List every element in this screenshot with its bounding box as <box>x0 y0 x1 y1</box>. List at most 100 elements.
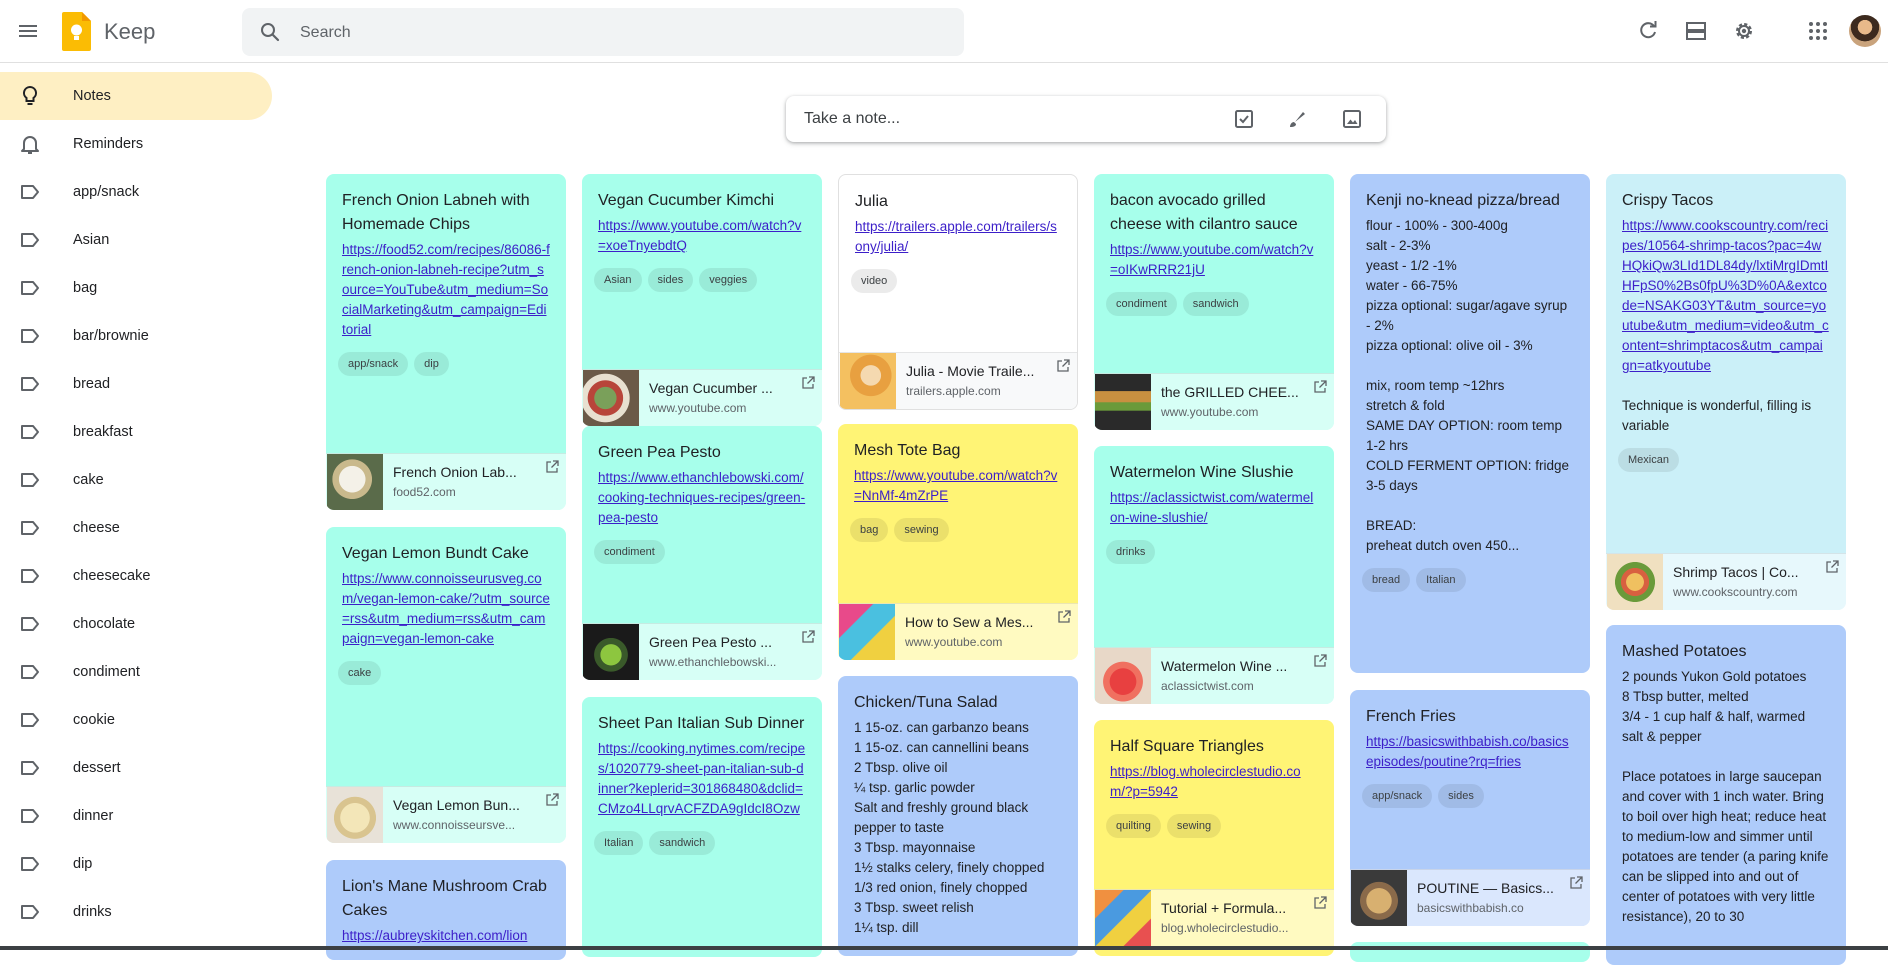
web-link-preview[interactable]: Tutorial + Formula... blog.wholecirclest… <box>1094 889 1334 946</box>
open-external-icon[interactable] <box>545 793 559 807</box>
note-card[interactable]: bacon avocado grilled cheese with cilant… <box>1094 174 1334 430</box>
open-external-icon[interactable] <box>1825 560 1839 574</box>
open-external-icon[interactable] <box>801 376 815 390</box>
label-chip[interactable]: Mexican <box>1618 448 1679 472</box>
label-chip[interactable]: app/snack <box>338 352 409 376</box>
note-link[interactable]: https://cooking.nytimes.com/recipes/1020… <box>582 736 822 819</box>
note-card[interactable]: Julia https://trailers.apple.com/trailer… <box>838 174 1078 410</box>
sidebar-item-drinks[interactable]: drinks <box>0 888 272 936</box>
label-chip[interactable]: app/snack <box>1362 784 1433 808</box>
label-chip[interactable]: video <box>851 269 898 293</box>
note-link[interactable]: https://blog.wholecirclestudio.com/?p=59… <box>1094 759 1334 802</box>
account-avatar[interactable] <box>1849 15 1881 47</box>
open-external-icon[interactable] <box>1569 876 1583 890</box>
note-card[interactable]: French Onion Labneh with Homemade Chips … <box>326 174 566 510</box>
note-link[interactable]: https://www.ethanchlebowski.com/cooking-… <box>582 465 822 528</box>
sidebar-item-cookie[interactable]: cookie <box>0 696 272 744</box>
sidebar-item-dip[interactable]: dip <box>0 840 272 888</box>
note-link[interactable]: https://aclassictwist.com/watermelon-win… <box>1094 485 1334 528</box>
label-chip[interactable]: drinks <box>1106 540 1156 564</box>
list-view-icon[interactable] <box>1684 19 1708 43</box>
sidebar-item-bread[interactable]: bread <box>0 360 272 408</box>
note-card[interactable]: Crispy Tacos https://www.cookscountry.co… <box>1606 174 1846 610</box>
web-link-preview[interactable]: Vegan Cucumber ... www.youtube.com <box>582 369 822 426</box>
label-chip[interactable]: sandwich <box>1182 292 1249 316</box>
label-chip[interactable]: veggies <box>699 268 758 292</box>
note-link[interactable]: https://food52.com/recipes/86086-french-… <box>326 237 566 340</box>
open-external-icon[interactable] <box>1313 654 1327 668</box>
label-chip[interactable]: sandwich <box>649 831 716 855</box>
web-link-preview[interactable]: Vegan Lemon Bun... www.connoisseursve... <box>326 786 566 843</box>
label-chip[interactable]: cake <box>338 661 382 685</box>
label-chip[interactable]: bread <box>1362 568 1411 592</box>
note-link[interactable]: https://aubreyskitchen.com/lion <box>326 923 566 946</box>
brush-icon[interactable] <box>1286 107 1310 131</box>
keep-logo-icon[interactable] <box>62 12 91 51</box>
label-chip[interactable]: Italian <box>1416 568 1466 592</box>
label-chip[interactable]: sides <box>1438 784 1484 808</box>
sidebar-item-app-snack[interactable]: app/snack <box>0 168 272 216</box>
note-link[interactable]: https://www.youtube.com/watch?v=oIKwRRR2… <box>1094 237 1334 280</box>
refresh-icon[interactable] <box>1636 19 1660 43</box>
label-chip[interactable]: Italian <box>594 831 644 855</box>
label-chip[interactable]: condiment <box>594 540 665 564</box>
note-link[interactable]: https://www.youtube.com/watch?v=NnMf-4mZ… <box>838 463 1078 506</box>
sidebar-item-notes[interactable]: Notes <box>0 72 272 120</box>
sidebar-item-condiment[interactable]: condiment <box>0 648 272 696</box>
note-card[interactable]: Chicken/Tuna Salad 1 15-oz. can garbanzo… <box>838 676 1078 956</box>
sidebar-item-cheesecake[interactable]: cheesecake <box>0 552 272 600</box>
open-external-icon[interactable] <box>801 630 815 644</box>
app-title[interactable]: Keep <box>104 19 155 45</box>
search-bar[interactable] <box>242 8 964 56</box>
apps-grid-icon[interactable] <box>1806 19 1830 43</box>
note-card[interactable]: Kenji no-knead pizza/bread flour - 100% … <box>1350 174 1590 673</box>
take-note-placeholder[interactable]: Take a note... <box>804 110 900 128</box>
checkbox-list-icon[interactable] <box>1232 107 1256 131</box>
label-chip[interactable]: sewing <box>894 518 949 542</box>
sidebar-item-dessert[interactable]: dessert <box>0 744 272 792</box>
open-external-icon[interactable] <box>545 460 559 474</box>
note-card[interactable]: Sheet Pan Italian Sub Dinner https://coo… <box>582 697 822 957</box>
sidebar-item-cake[interactable]: cake <box>0 456 272 504</box>
sidebar-item-reminders[interactable]: Reminders <box>0 120 272 168</box>
note-card[interactable]: Vegan Lemon Bundt Cake https://www.conno… <box>326 527 566 843</box>
sidebar-item-dinner[interactable]: dinner <box>0 792 272 840</box>
web-link-preview[interactable]: POUTINE — Basics... basicswithbabish.co <box>1350 869 1590 926</box>
take-note-bar[interactable]: Take a note... <box>786 96 1386 142</box>
note-link[interactable]: https://trailers.apple.com/trailers/sony… <box>839 214 1077 257</box>
open-external-icon[interactable] <box>1056 359 1070 373</box>
label-chip[interactable]: sides <box>647 268 694 292</box>
sidebar-item-cheese[interactable]: cheese <box>0 504 272 552</box>
sidebar-item-breakfast[interactable]: breakfast <box>0 408 272 456</box>
web-link-preview[interactable]: Shrimp Tacos | Co... www.cookscountry.co… <box>1606 553 1846 610</box>
label-chip[interactable]: quilting <box>1106 814 1161 838</box>
open-external-icon[interactable] <box>1057 610 1071 624</box>
sidebar-item-bar-brownie[interactable]: bar/brownie <box>0 312 272 360</box>
open-external-icon[interactable] <box>1313 896 1327 910</box>
note-card[interactable]: Watermelon Wine Slushie https://aclassic… <box>1094 446 1334 704</box>
sidebar-item-bag[interactable]: bag <box>0 264 272 312</box>
settings-gear-icon[interactable] <box>1732 19 1756 43</box>
open-external-icon[interactable] <box>1313 380 1327 394</box>
note-card[interactable]: Mashed Potatoes 2 pounds Yukon Gold pota… <box>1606 625 1846 965</box>
main-menu-icon[interactable] <box>16 19 40 43</box>
web-link-preview[interactable]: the GRILLED CHEE... www.youtube.com <box>1094 373 1334 430</box>
note-card[interactable]: Mesh Tote Bag https://www.youtube.com/wa… <box>838 424 1078 660</box>
web-link-preview[interactable]: French Onion Lab... food52.com <box>326 453 566 510</box>
note-card[interactable]: French Fries https://basicswithbabish.co… <box>1350 690 1590 926</box>
search-icon[interactable] <box>258 20 282 44</box>
sidebar-item-chocolate[interactable]: chocolate <box>0 600 272 648</box>
web-link-preview[interactable]: How to Sew a Mes... www.youtube.com <box>838 603 1078 660</box>
label-chip[interactable]: bag <box>850 518 889 542</box>
sidebar-item-asian[interactable]: Asian <box>0 216 272 264</box>
label-chip[interactable]: condiment <box>1106 292 1177 316</box>
note-card[interactable]: Lion's Mane Mushroom Crab Cakes https://… <box>326 860 566 960</box>
web-link-preview[interactable]: Julia - Movie Traile... trailers.apple.c… <box>839 352 1077 409</box>
label-chip[interactable]: dip <box>414 352 449 376</box>
note-link[interactable]: https://basicswithbabish.co/basicsepisod… <box>1350 729 1590 772</box>
search-input[interactable] <box>298 20 942 46</box>
web-link-preview[interactable]: Watermelon Wine ... aclassictwist.com <box>1094 647 1334 704</box>
note-link[interactable]: https://www.connoisseurusveg.com/vegan-l… <box>326 566 566 649</box>
note-card[interactable]: Vegan Cucumber Kimchi https://www.youtub… <box>582 174 822 426</box>
image-icon[interactable] <box>1340 107 1364 131</box>
